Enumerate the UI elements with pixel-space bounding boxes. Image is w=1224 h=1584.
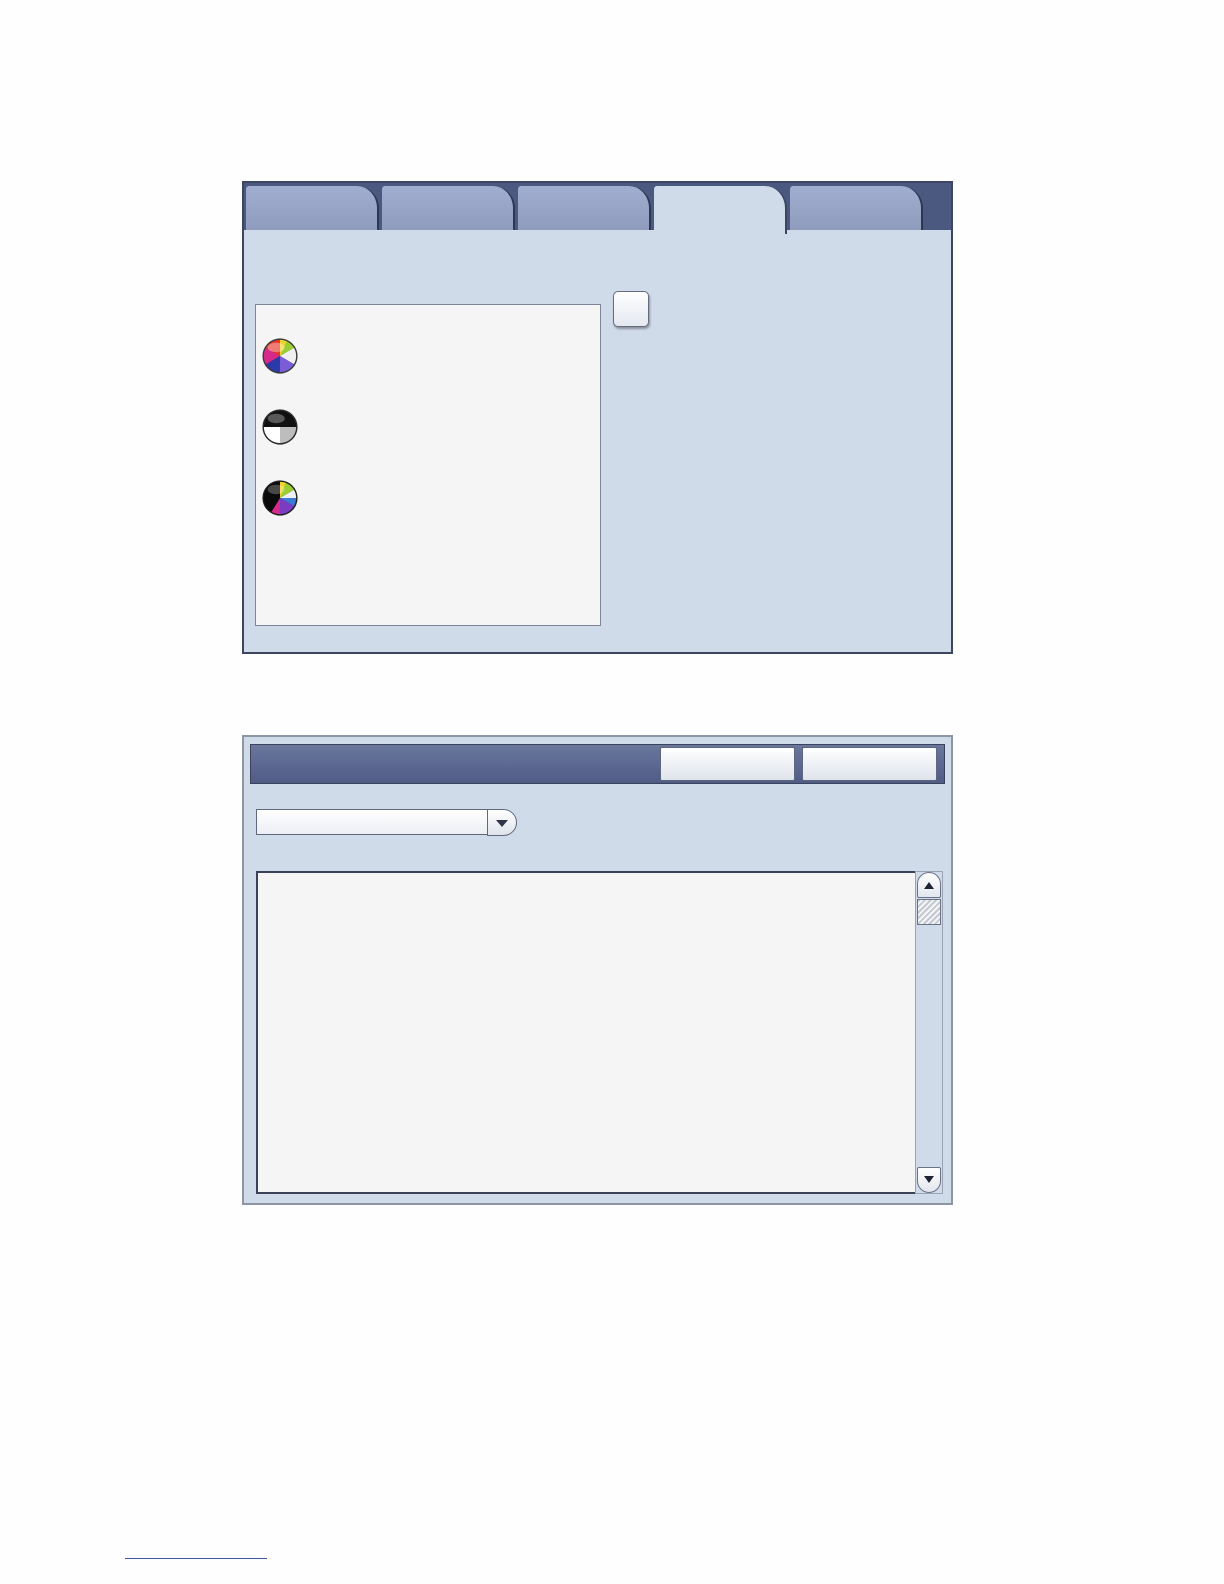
scroll-down-button[interactable] xyxy=(917,1167,941,1193)
save-button[interactable] xyxy=(802,747,937,781)
tab-1[interactable] xyxy=(246,186,379,232)
tab-4-active[interactable] xyxy=(654,186,787,234)
color-mode-panel xyxy=(242,181,953,654)
vertical-scrollbar[interactable] xyxy=(915,871,943,1194)
full-color-wheel-icon[interactable] xyxy=(261,337,299,375)
dual-color-icon[interactable] xyxy=(261,479,299,517)
footer-divider xyxy=(125,1558,267,1559)
scroll-up-button[interactable] xyxy=(917,872,941,898)
tab-3[interactable] xyxy=(518,186,651,232)
tab-2[interactable] xyxy=(382,186,515,232)
content-list xyxy=(256,871,917,1194)
tab-5[interactable] xyxy=(790,186,923,232)
option-checkbox[interactable] xyxy=(613,291,649,327)
cancel-button[interactable] xyxy=(660,747,795,781)
dialog-header-bar xyxy=(250,744,945,784)
settings-dialog xyxy=(242,735,953,1205)
scroll-thumb[interactable] xyxy=(917,899,941,925)
chevron-down-icon[interactable] xyxy=(487,809,517,836)
black-and-white-icon[interactable] xyxy=(261,408,299,446)
color-option-list xyxy=(255,304,601,626)
tab-content xyxy=(244,230,951,652)
dropdown-field[interactable] xyxy=(256,809,488,835)
